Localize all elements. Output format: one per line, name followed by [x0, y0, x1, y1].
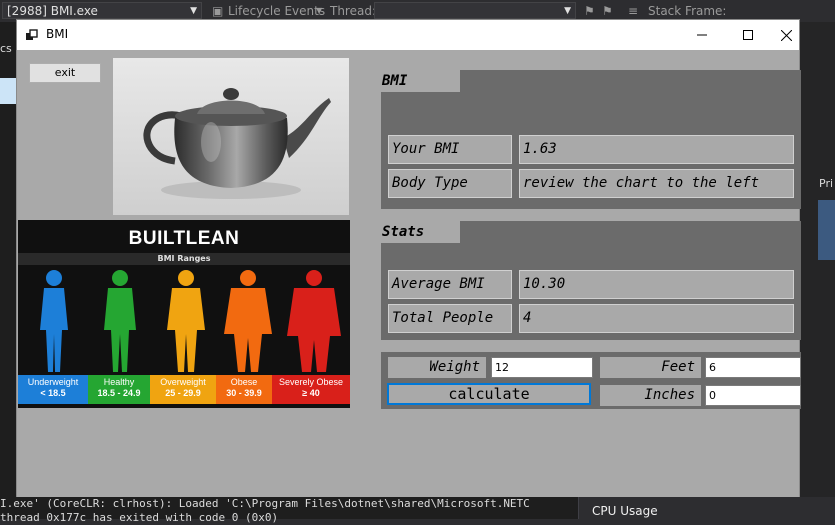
lifecycle-icon: ▣: [212, 4, 224, 18]
category-range: < 18.5: [40, 388, 66, 398]
body-type-value: review the chart to the left: [519, 169, 794, 198]
category-healthy: Healthy 18.5 - 24.9: [88, 375, 150, 404]
minimize-icon: [697, 34, 707, 36]
minimize-button[interactable]: [679, 20, 725, 50]
stack-icon: ≡: [628, 4, 639, 18]
left-tab-text: cs: [0, 42, 12, 55]
feet-input[interactable]: 6: [705, 357, 801, 378]
app-icon: [26, 29, 38, 40]
healthy-figure: [104, 270, 136, 372]
client-area: exit BUILTLEAN BMI Ranges Underweight < …: [17, 50, 801, 497]
stats-group-title: Stats: [381, 221, 460, 243]
thread-label: Thread:: [330, 4, 377, 18]
overweight-figure: [167, 270, 205, 372]
bmi-ranges-image: BUILTLEAN BMI Ranges Underweight < 18.5 …: [18, 220, 350, 408]
stats-group: Stats Average BMI 10.30 Total People 4: [381, 221, 801, 340]
ide-left-panel: cs: [0, 22, 16, 497]
flag-icon[interactable]: ⚑: [584, 4, 595, 18]
calculate-button[interactable]: calculate: [387, 383, 591, 405]
right-side-text: Pri: [819, 177, 834, 190]
total-people-label: Total People: [388, 304, 512, 333]
category-name: Overweight: [160, 377, 206, 387]
weight-input[interactable]: 12: [491, 357, 593, 378]
average-bmi-value: 10.30: [519, 270, 794, 299]
chevron-down-icon: ▼: [190, 6, 197, 16]
category-range: 25 - 29.9: [165, 388, 201, 398]
bmi-window: BMI exit BUILTLEAN BMI Ranges Underweigh…: [16, 19, 801, 497]
category-underweight: Underweight < 18.5: [18, 375, 88, 404]
average-bmi-label: Average BMI: [388, 270, 512, 299]
feet-label: Feet: [600, 357, 701, 378]
your-bmi-value: 1.63: [519, 135, 794, 164]
bmi-group: BMI Your BMI 1.63 Body Type review the c…: [381, 70, 801, 209]
maximize-button[interactable]: [725, 20, 771, 50]
weight-label: Weight: [388, 357, 486, 378]
teapot-illustration: [143, 88, 331, 199]
inches-input[interactable]: 0: [705, 385, 801, 406]
left-highlight: [0, 78, 16, 104]
input-group: Weight 12 Feet 6 calculate Inches 0: [381, 352, 801, 409]
process-combo-text: [2988] BMI.exe: [7, 4, 98, 18]
output-line: I.exe' (CoreCLR: clrhost): Loaded 'C:\Pr…: [0, 497, 530, 510]
stack-frame-label: Stack Frame:: [648, 4, 727, 18]
process-combo[interactable]: [2988] BMI.exe ▼: [2, 2, 202, 19]
category-name: Severely Obese: [278, 377, 344, 387]
exit-button[interactable]: exit: [29, 63, 101, 83]
your-bmi-label: Your BMI: [388, 135, 512, 164]
close-icon: [780, 29, 792, 41]
chevron-down-icon: ▼: [564, 6, 571, 16]
category-overweight: Overweight 25 - 29.9: [150, 375, 216, 404]
category-range: 30 - 39.9: [226, 388, 262, 398]
close-button[interactable]: [771, 20, 801, 50]
thread-combo[interactable]: ▼: [374, 2, 576, 19]
flag-icon[interactable]: ⚑: [602, 4, 613, 18]
output-line: thread 0x177c has exited with code 0 (0x…: [0, 511, 279, 524]
inches-label: Inches: [600, 385, 701, 406]
window-title: BMI: [46, 27, 69, 41]
category-name: Underweight: [27, 377, 79, 387]
lifecycle-events-button[interactable]: Lifecycle Events: [228, 4, 325, 18]
brand-logo: BUILTLEAN: [128, 228, 240, 249]
severely-obese-figure: [287, 270, 341, 372]
cpu-usage-tab[interactable]: CPU Usage: [578, 497, 835, 519]
bmi-ranges-subtitle: BMI Ranges: [18, 253, 350, 265]
maximize-icon: [743, 30, 753, 40]
category-range: ≥ 40: [302, 388, 320, 398]
category-severely-obese: Severely Obese ≥ 40: [272, 375, 350, 404]
teapot-image: [113, 58, 349, 215]
category-obese: Obese 30 - 39.9: [216, 375, 272, 404]
chevron-down-icon: ▼: [316, 6, 323, 15]
underweight-figure: [40, 270, 68, 372]
category-range: 18.5 - 24.9: [97, 388, 141, 398]
category-name: Healthy: [103, 377, 135, 387]
total-people-value: 4: [519, 304, 794, 333]
body-type-label: Body Type: [388, 169, 512, 198]
ide-right-panel: Pri: [800, 22, 835, 497]
title-bar[interactable]: BMI: [17, 20, 799, 50]
category-name: Obese: [230, 377, 258, 387]
obese-figure: [224, 270, 272, 372]
right-graph: [818, 200, 835, 260]
bmi-group-title: BMI: [381, 70, 460, 92]
